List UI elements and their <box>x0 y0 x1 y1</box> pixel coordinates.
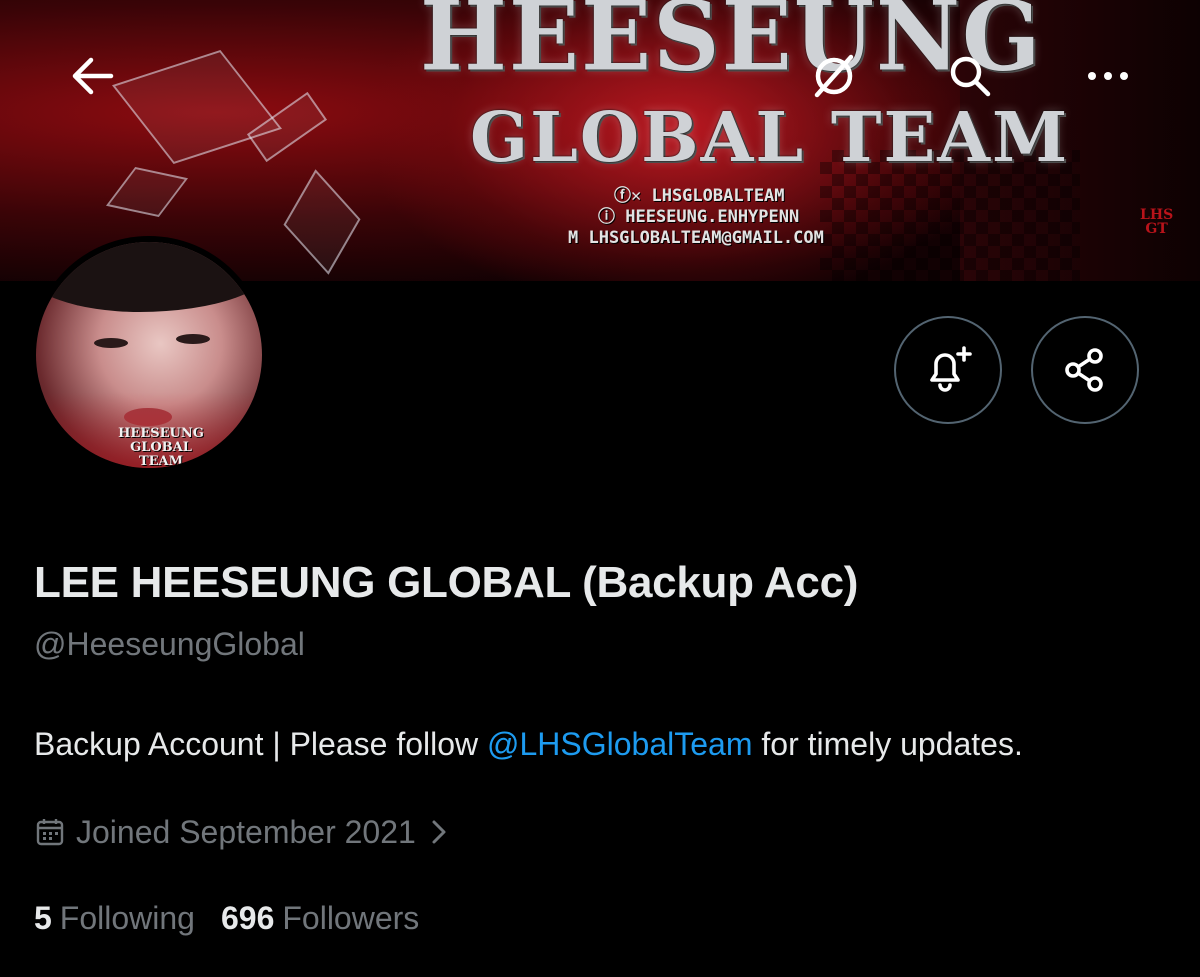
more-options-button[interactable] <box>1080 48 1136 104</box>
banner-badge-line1: LHS <box>1140 207 1174 223</box>
profile-banner[interactable]: HEESEUNG GLOBAL TEAM ⓕ✕ LHSGLOBALTEAM ⓘ … <box>0 0 1200 281</box>
bell-plus-icon <box>930 346 972 392</box>
bio-text-prefix: Backup Account | Please follow <box>34 726 488 762</box>
banner-logo-badge: LHS GT <box>1140 208 1173 236</box>
avatar-hair <box>36 242 262 312</box>
avatar-caption: HEESEUNG GLOBAL TEAM <box>106 426 216 469</box>
follow-stats: 5 Following 696 Followers <box>34 900 419 937</box>
share-button[interactable] <box>1031 316 1139 424</box>
following-count: 5 <box>34 900 52 936</box>
followers-count: 696 <box>220 900 275 936</box>
glass-shard <box>283 169 361 275</box>
share-icon <box>1065 348 1103 392</box>
following-link[interactable]: 5 Following <box>34 900 195 937</box>
followers-link[interactable]: 696 Followers <box>221 900 419 937</box>
avatar-caption-line2: GLOBAL TEAM <box>130 440 192 469</box>
toggle-images-button[interactable] <box>806 48 862 104</box>
followers-label: Followers <box>282 900 420 936</box>
profile-handle: @HeeseungGlobal <box>34 626 305 662</box>
avatar-image: HEESEUNG GLOBAL TEAM <box>36 242 262 468</box>
avatar-caption-line1: HEESEUNG <box>118 426 204 441</box>
glass-shard <box>105 167 189 217</box>
profile-display-name: LEE HEESEUNG GLOBAL (Backup Acc) <box>34 558 859 607</box>
banner-title-line2: GLOBAL TEAM <box>470 98 1070 178</box>
back-arrow-icon <box>72 57 114 95</box>
search-icon <box>950 56 991 97</box>
bio-mention-link[interactable]: @LHSGlobalTeam <box>487 726 752 762</box>
avatar-eye <box>176 334 210 344</box>
chevron-right-icon <box>430 817 448 847</box>
more-horizontal-icon <box>1088 72 1128 80</box>
banner-badge-line2: GT <box>1145 221 1168 237</box>
back-button[interactable] <box>64 48 120 104</box>
banner-contact-email: M LHSGLOBALTEAM@GMAIL.COM <box>568 228 824 248</box>
avatar-eye <box>94 338 128 348</box>
banner-contact-instagram: ⓘ HEESEUNG.ENHYPENN <box>598 207 800 227</box>
banner-contacts: ⓕ✕ LHSGLOBALTEAM ⓘ HEESEUNG.ENHYPENN M L… <box>568 186 824 249</box>
bio-text-suffix: for timely updates. <box>752 726 1023 762</box>
notifications-button[interactable] <box>894 316 1002 424</box>
calendar-icon <box>34 816 66 848</box>
search-button[interactable] <box>942 48 998 104</box>
image-off-icon <box>814 54 854 98</box>
profile-bio: Backup Account | Please follow @LHSGloba… <box>34 726 1023 763</box>
joined-date-row[interactable]: Joined September 2021 <box>34 812 448 852</box>
following-label: Following <box>59 900 195 936</box>
banner-contact-social: ⓕ✕ LHSGLOBALTEAM <box>614 186 785 206</box>
joined-date-text: Joined September 2021 <box>76 813 416 850</box>
profile-avatar[interactable]: HEESEUNG GLOBAL TEAM <box>30 236 268 474</box>
